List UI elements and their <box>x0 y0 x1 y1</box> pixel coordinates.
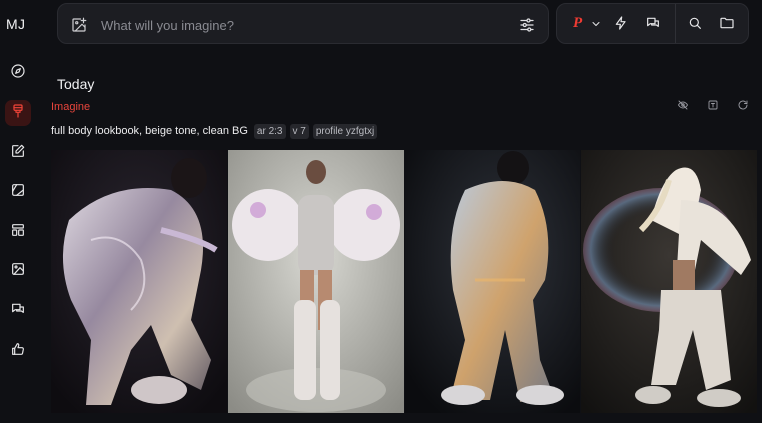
section-title: Today <box>57 76 95 92</box>
generated-image-2[interactable] <box>227 150 404 413</box>
speed-button[interactable] <box>610 14 632 36</box>
chat-mode-button[interactable] <box>642 14 664 36</box>
profile-selector[interactable]: P <box>573 15 582 32</box>
edit-icon <box>10 143 26 164</box>
prompt-row: full body lookbook, beige tone, clean BG… <box>51 123 378 139</box>
thumbs-up-icon <box>10 341 26 362</box>
generated-image-1[interactable] <box>51 150 227 413</box>
toolbar-divider <box>675 4 676 43</box>
refresh-icon <box>737 98 749 116</box>
text-box-icon <box>707 98 719 116</box>
image-icon <box>10 261 26 282</box>
rerun-button[interactable] <box>736 100 750 114</box>
use-prompt-button[interactable] <box>706 100 720 114</box>
job-type-label[interactable]: Imagine <box>51 101 90 113</box>
sidebar-item-organize[interactable] <box>5 219 31 245</box>
sidebar-item-explore[interactable] <box>5 60 31 86</box>
app-logo[interactable]: MJ <box>6 16 32 34</box>
brush-icon <box>10 103 26 124</box>
generated-image-4[interactable] <box>581 150 757 413</box>
add-image-icon[interactable] <box>70 16 88 34</box>
chat-icon <box>10 301 26 322</box>
param-chip-aspect-ratio[interactable]: ar 2:3 <box>253 123 286 139</box>
sidebar-item-create[interactable] <box>5 100 31 126</box>
folders-button[interactable] <box>716 14 738 36</box>
search-button[interactable] <box>684 14 706 36</box>
sidebar-item-personalize[interactable] <box>5 179 31 205</box>
prompt-text[interactable]: full body lookbook, beige tone, clean BG <box>51 125 248 137</box>
param-chip-version[interactable]: v 7 <box>289 123 309 139</box>
eye-off-icon <box>677 98 689 116</box>
folder-icon <box>719 15 735 36</box>
prompt-bar <box>57 3 549 44</box>
lightning-icon <box>613 15 629 36</box>
settings-sliders-icon[interactable] <box>517 15 537 35</box>
palette-icon <box>10 182 26 203</box>
prompt-input[interactable] <box>101 14 501 36</box>
compass-icon <box>10 63 26 84</box>
chevron-down-icon[interactable] <box>590 17 604 31</box>
layout-icon <box>10 222 26 243</box>
sidebar-item-chat[interactable] <box>5 298 31 324</box>
sidebar: MJ <box>0 0 36 423</box>
sidebar-item-edit[interactable] <box>5 140 31 166</box>
generated-image-3[interactable] <box>404 150 581 413</box>
search-icon <box>687 15 703 36</box>
chat-icon <box>645 15 661 36</box>
hide-button[interactable] <box>676 100 690 114</box>
sidebar-item-gallery[interactable] <box>5 258 31 284</box>
sidebar-item-likes[interactable] <box>5 338 31 364</box>
param-chip-profile[interactable]: profile yzfgtxj <box>312 123 378 139</box>
job-actions <box>676 100 750 114</box>
top-toolbar: P <box>556 3 749 44</box>
image-grid <box>51 150 757 413</box>
